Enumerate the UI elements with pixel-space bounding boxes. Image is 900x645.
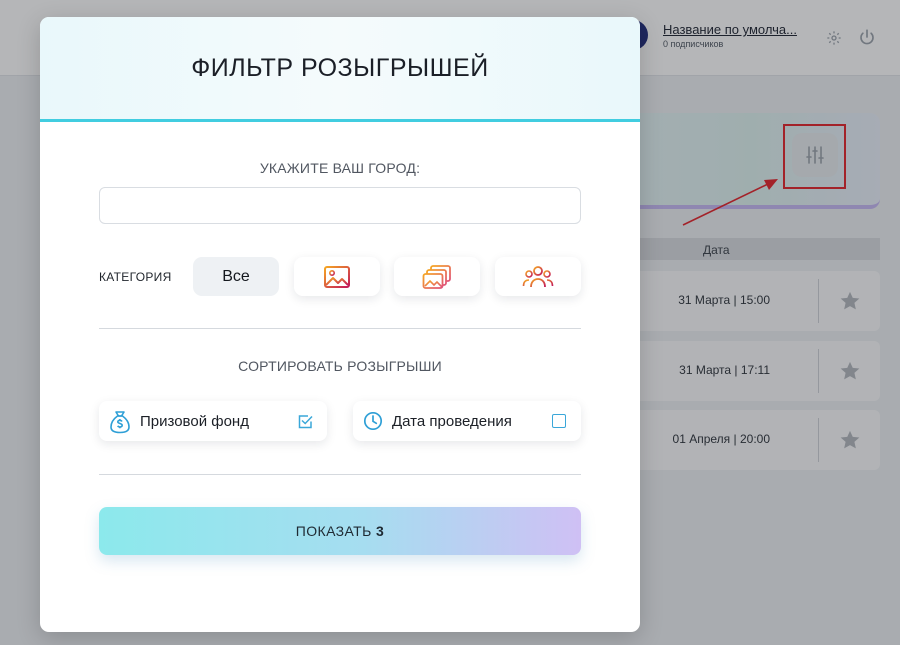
show-button-label: ПОКАЗАТЬ [295, 523, 372, 539]
checkbox-checked-icon [298, 415, 313, 429]
checkbox-unchecked[interactable] [552, 414, 566, 428]
category-label: КАТЕГОРИЯ [99, 270, 172, 284]
sort-option-label: Призовой фонд [140, 413, 249, 430]
images-stack-icon [422, 264, 451, 289]
sort-option-label: Дата проведения [392, 413, 512, 430]
show-button-count: 3 [376, 523, 385, 539]
category-people-button[interactable] [495, 257, 581, 296]
category-image-button[interactable] [294, 257, 380, 296]
sort-option-prize-fund[interactable]: Призовой фонд [99, 401, 327, 441]
city-input[interactable] [99, 187, 581, 224]
checkbox-checked[interactable] [298, 414, 313, 429]
show-results-button[interactable]: ПОКАЗАТЬ 3 [99, 507, 581, 555]
filter-modal: ФИЛЬТР РОЗЫГРЫШЕЙ УКАЖИТЕ ВАШ ГОРОД: КАТ… [40, 17, 640, 632]
clock-icon [363, 411, 383, 431]
people-icon [522, 265, 554, 287]
category-all-button[interactable]: Все [193, 257, 279, 296]
image-icon [324, 265, 350, 288]
money-bag-icon [110, 411, 130, 434]
sort-label: СОРТИРОВАТЬ РОЗЫГРЫШИ [238, 358, 442, 374]
modal-header: ФИЛЬТР РОЗЫГРЫШЕЙ [40, 17, 640, 122]
sort-option-date[interactable]: Дата проведения [353, 401, 581, 441]
modal-title: ФИЛЬТР РОЗЫГРЫШЕЙ [191, 53, 489, 82]
divider [99, 328, 581, 329]
divider [99, 474, 581, 475]
city-label: УКАЖИТЕ ВАШ ГОРОД: [259, 160, 421, 176]
category-gallery-button[interactable] [394, 257, 480, 296]
